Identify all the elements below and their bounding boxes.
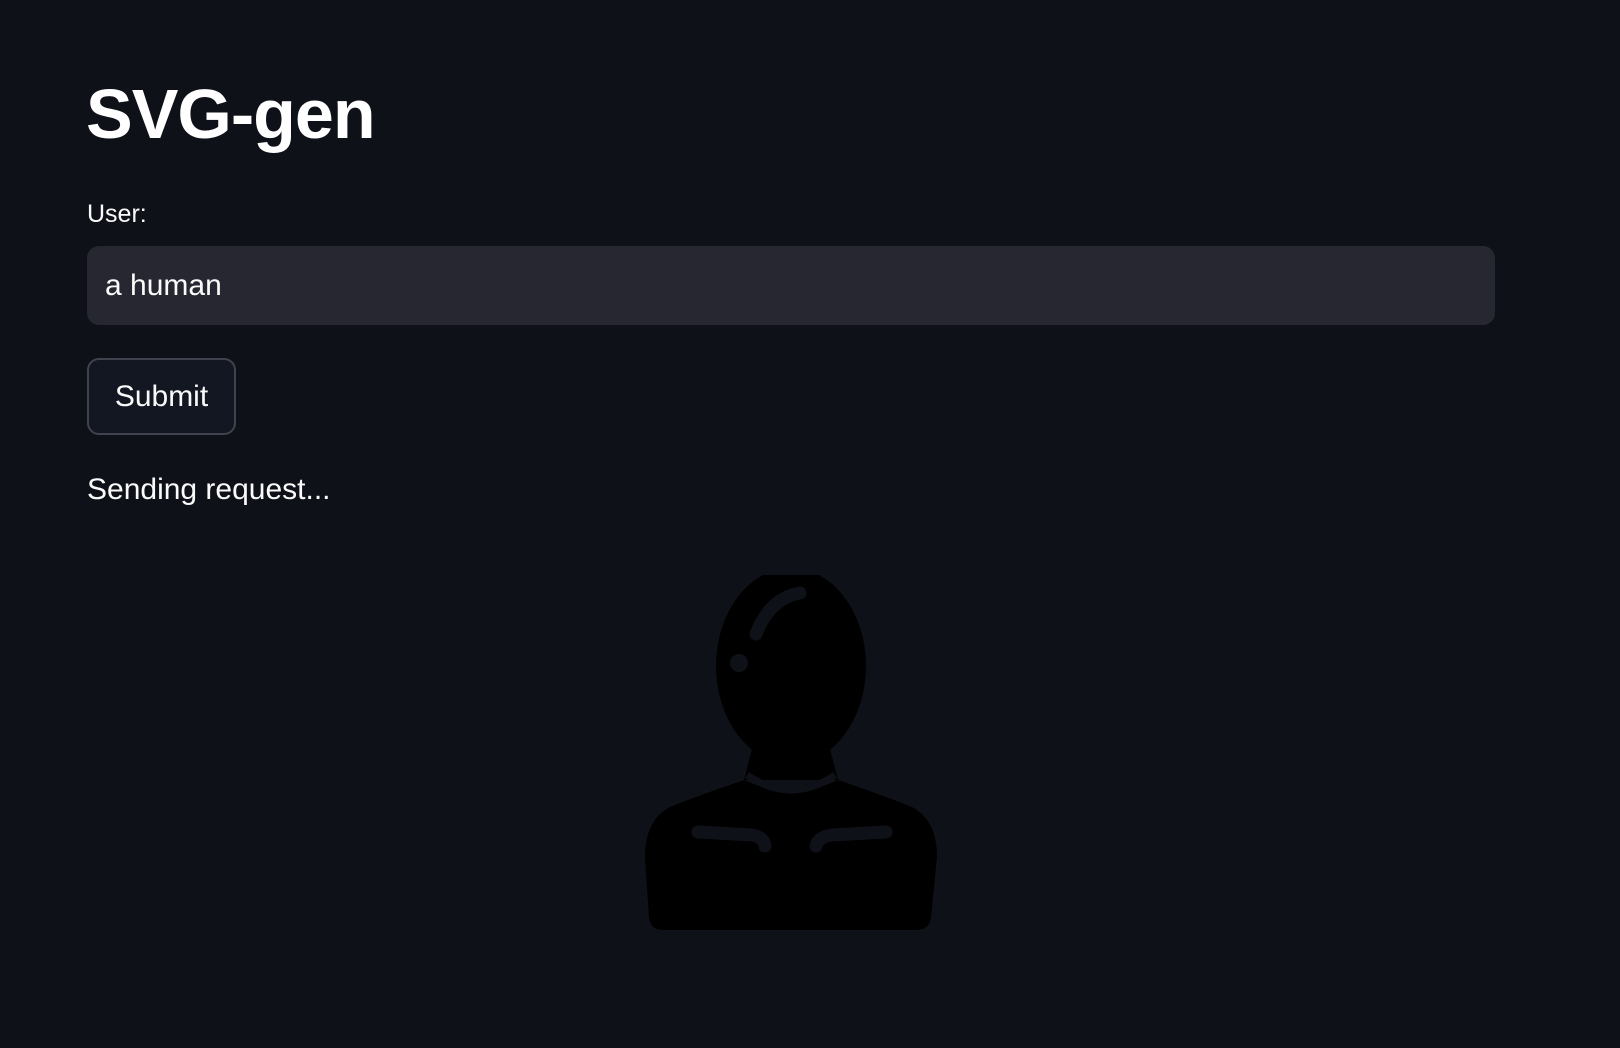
- status-message: Sending request...: [87, 473, 331, 506]
- submit-button[interactable]: Submit: [87, 358, 236, 435]
- user-input[interactable]: [87, 246, 1495, 325]
- page-title: SVG-gen: [86, 75, 376, 153]
- user-field-label: User:: [87, 200, 147, 228]
- app-container: SVG-gen User: Submit Sending request...: [0, 0, 1620, 1048]
- person-silhouette-icon: [645, 575, 937, 930]
